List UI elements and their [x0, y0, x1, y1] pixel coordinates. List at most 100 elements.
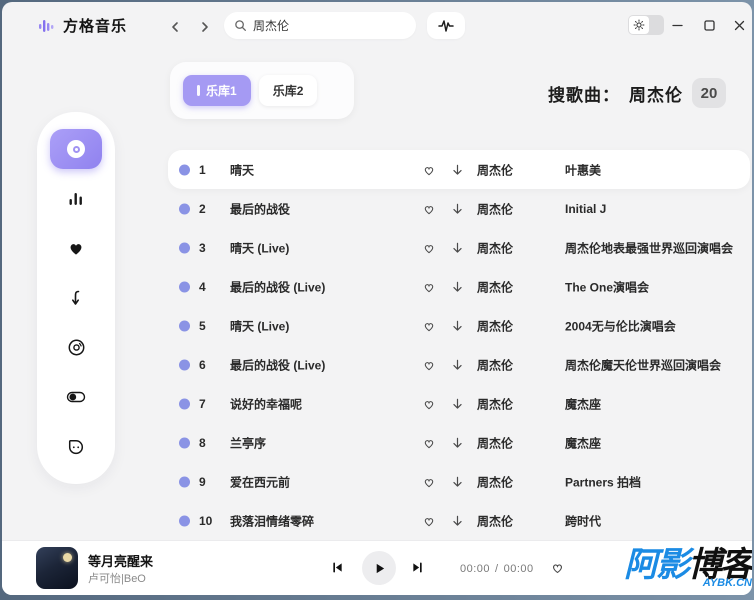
table-row[interactable]: 3 晴天 (Live) 周杰伦 周杰伦地表最强世界巡回演唱会 [168, 228, 750, 267]
table-row[interactable]: 5 晴天 (Live) 周杰伦 2004无与伦比演唱会 [168, 306, 750, 345]
sidebar-item-mode-switch[interactable] [50, 377, 102, 417]
record-icon [67, 338, 86, 357]
download-icon[interactable] [451, 475, 464, 488]
previous-button[interactable] [330, 560, 345, 575]
song-title: 我落泪情绪零碎 [230, 512, 314, 529]
maximize-button[interactable] [700, 16, 718, 34]
song-title: 最后的战役 (Live) [230, 356, 325, 373]
sidebar-item-favorites[interactable] [50, 228, 102, 268]
back-button[interactable] [166, 18, 184, 36]
song-index: 6 [199, 358, 206, 372]
sidebar-item-albums[interactable] [50, 328, 102, 368]
maximize-icon [704, 20, 715, 31]
download-icon[interactable] [451, 202, 464, 215]
song-album: 周杰伦魔天伦世界巡回演唱会 [565, 356, 721, 373]
song-title: 最后的战役 (Live) [230, 278, 325, 295]
player-bar: 等月亮醒来 卢可怡|BeO 00:00 / 00:00 [2, 540, 752, 595]
tab-label: 乐库1 [206, 82, 237, 99]
table-row[interactable]: 2 最后的战役 周杰伦 Initial J [168, 189, 750, 228]
bullet-dot [179, 437, 190, 448]
song-artist: 周杰伦 [477, 512, 513, 529]
table-row[interactable]: 4 最后的战役 (Live) 周杰伦 The One演唱会 [168, 267, 750, 306]
download-icon[interactable] [451, 163, 464, 176]
player-like-button[interactable] [550, 560, 565, 575]
like-icon[interactable] [422, 163, 436, 177]
table-row[interactable]: 1 晴天 周杰伦 叶惠美 [168, 150, 750, 189]
song-title: 晴天 (Live) [230, 317, 289, 334]
disc-icon [67, 140, 85, 158]
like-icon[interactable] [422, 397, 436, 411]
download-icon[interactable] [451, 436, 464, 449]
search-box[interactable] [224, 12, 416, 39]
result-count-badge: 20 [692, 78, 726, 108]
table-row[interactable]: 8 兰亭序 周杰伦 魔杰座 [168, 423, 750, 462]
theme-toggle[interactable] [628, 15, 664, 35]
time-display: 00:00 / 00:00 [460, 563, 534, 575]
next-button[interactable] [410, 560, 425, 575]
minimize-button[interactable] [668, 16, 686, 34]
chevron-left-icon [173, 23, 177, 31]
search-input[interactable] [253, 19, 393, 33]
table-row[interactable]: 6 最后的战役 (Live) 周杰伦 周杰伦魔天伦世界巡回演唱会 [168, 345, 750, 384]
song-index: 8 [199, 436, 206, 450]
chart-icon [67, 190, 85, 208]
like-icon[interactable] [422, 202, 436, 216]
download-icon[interactable] [451, 514, 464, 527]
forward-button[interactable] [196, 18, 214, 36]
like-icon[interactable] [422, 358, 436, 372]
table-row[interactable]: 10 我落泪情绪零碎 周杰伦 跨时代 [168, 501, 750, 540]
song-title: 说好的幸福呢 [230, 395, 302, 412]
next-icon [410, 560, 425, 575]
waveform-button[interactable] [427, 12, 465, 39]
like-icon[interactable] [422, 319, 436, 333]
chevron-right-icon [203, 23, 207, 31]
table-row[interactable]: 9 爱在西元前 周杰伦 Partners 拍档 [168, 462, 750, 501]
download-icon[interactable] [451, 241, 464, 254]
close-button[interactable] [730, 16, 748, 34]
like-icon[interactable] [422, 241, 436, 255]
now-playing-title: 等月亮醒来 [88, 551, 153, 570]
song-album: 2004无与伦比演唱会 [565, 317, 676, 334]
play-button[interactable] [362, 551, 396, 585]
song-album: 叶惠美 [565, 161, 601, 178]
song-album: 周杰伦地表最强世界巡回演唱会 [565, 239, 733, 256]
library-tabs: 乐库1 乐库2 [170, 62, 354, 119]
bullet-dot [179, 398, 190, 409]
song-album: 魔杰座 [565, 434, 601, 451]
like-icon[interactable] [422, 475, 436, 489]
song-index: 5 [199, 319, 206, 333]
sidebar-item-feedback[interactable] [50, 427, 102, 467]
sidebar [37, 112, 115, 484]
sidebar-item-downloads[interactable] [50, 278, 102, 318]
close-icon [734, 20, 745, 31]
tab-library-2[interactable]: 乐库2 [259, 75, 318, 106]
minimize-icon [672, 20, 683, 31]
download-icon[interactable] [451, 397, 464, 410]
like-icon[interactable] [422, 514, 436, 528]
download-icon[interactable] [451, 319, 464, 332]
bullet-dot [179, 515, 190, 526]
song-index: 10 [199, 514, 212, 528]
song-artist: 周杰伦 [477, 473, 513, 490]
like-icon [550, 560, 565, 575]
table-row[interactable]: 7 说好的幸福呢 周杰伦 魔杰座 [168, 384, 750, 423]
search-icon [234, 19, 247, 32]
album-art[interactable] [36, 547, 78, 589]
song-album: 魔杰座 [565, 395, 601, 412]
bullet-dot [179, 203, 190, 214]
bullet-dot [179, 359, 190, 370]
tab-library-1[interactable]: 乐库1 [183, 75, 251, 106]
result-label: 搜歌曲： [548, 81, 620, 106]
app-title: 方格音乐 [63, 15, 127, 36]
song-artist: 周杰伦 [477, 161, 513, 178]
download-icon[interactable] [451, 280, 464, 293]
total-time: 00:00 [504, 563, 534, 575]
like-icon[interactable] [422, 436, 436, 450]
sidebar-item-ranking[interactable] [50, 179, 102, 219]
app-logo: 方格音乐 [38, 15, 127, 36]
sidebar-item-library[interactable] [50, 129, 102, 169]
like-icon[interactable] [422, 280, 436, 294]
song-title: 爱在西元前 [230, 473, 290, 490]
download-icon[interactable] [451, 358, 464, 371]
song-artist: 周杰伦 [477, 356, 513, 373]
